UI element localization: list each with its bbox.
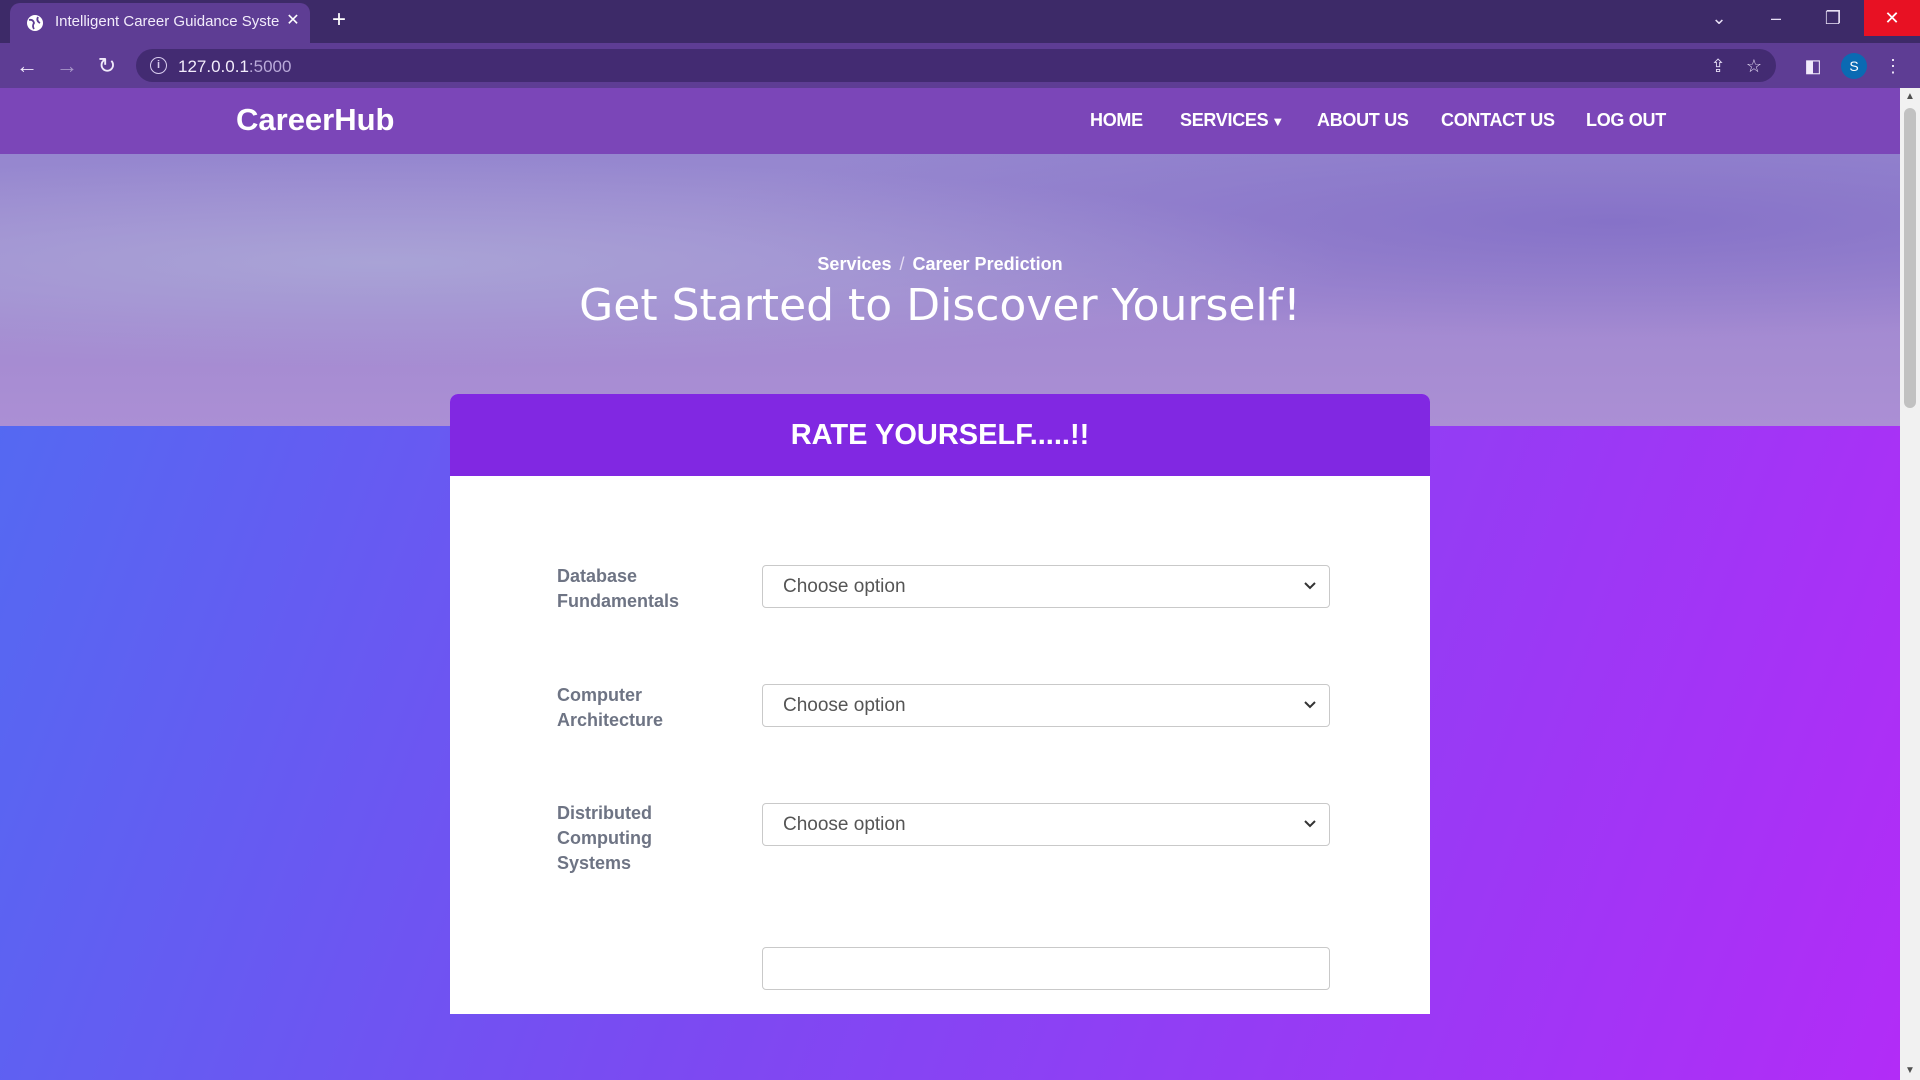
- browser-toolbar: ← → ↻ i 127.0.0.1:5000 ⇪ ☆ ◧ S ⋮: [0, 43, 1920, 88]
- nav-logout[interactable]: LOG OUT: [1586, 110, 1666, 131]
- select-value: Choose option: [783, 576, 906, 597]
- scroll-down-icon[interactable]: ▼: [1900, 1062, 1920, 1080]
- chevron-down-icon: [1304, 701, 1316, 709]
- distributed-computing-select[interactable]: Choose option: [762, 803, 1330, 846]
- page-scrollbar[interactable]: ▲ ▼: [1900, 88, 1920, 1080]
- select-value: Choose option: [783, 814, 906, 835]
- site-navbar: CareerHub HOME SERVICES ▼ ABOUT US CONTAC…: [0, 88, 1900, 154]
- field-label-distributed: Distributed Computing Systems: [557, 803, 653, 873]
- profile-avatar[interactable]: S: [1841, 53, 1867, 79]
- scroll-up-icon[interactable]: ▲: [1900, 88, 1920, 106]
- hero-banner: Services / Career Prediction Get Started t…: [0, 154, 1900, 426]
- field-label-database: Database Fundamentals: [557, 566, 680, 611]
- field-label-architecture: Computer Architecture: [557, 685, 664, 730]
- chevron-down-icon: [1304, 820, 1316, 828]
- database-fundamentals-select[interactable]: Choose option: [762, 565, 1330, 608]
- menu-kebab-icon[interactable]: ⋮: [1880, 53, 1906, 79]
- browser-tab-bar: Intelligent Career Guidance Syste ✕ + ⌄ …: [0, 0, 1920, 43]
- back-icon[interactable]: ←: [12, 51, 42, 81]
- close-tab-icon[interactable]: ✕: [282, 10, 304, 32]
- url-text: 127.0.0.1:5000: [178, 57, 291, 77]
- site-info-icon[interactable]: i: [150, 57, 167, 74]
- tab-title: Intelligent Career Guidance Syste: [55, 13, 280, 30]
- new-tab-icon[interactable]: +: [326, 8, 352, 34]
- window-close-icon[interactable]: ✕: [1864, 0, 1920, 36]
- form-title: RATE YOURSELF.....!!: [450, 394, 1430, 476]
- nav-services-label: SERVICES: [1180, 110, 1269, 130]
- forward-icon[interactable]: →: [52, 51, 82, 81]
- reload-icon[interactable]: ↻: [92, 51, 122, 81]
- scroll-thumb[interactable]: [1904, 108, 1916, 408]
- chevron-down-icon: [1304, 582, 1316, 590]
- bookmark-star-icon[interactable]: ☆: [1742, 54, 1766, 78]
- breadcrumb-separator: /: [899, 254, 905, 274]
- side-panel-icon[interactable]: ◧: [1800, 53, 1826, 79]
- url-host: 127.0.0.1: [178, 57, 249, 76]
- share-icon[interactable]: ⇪: [1706, 54, 1730, 78]
- nav-contact[interactable]: CONTACT US: [1441, 110, 1555, 131]
- browser-tab[interactable]: Intelligent Career Guidance Syste ✕: [10, 3, 310, 43]
- nav-services[interactable]: SERVICES ▼: [1180, 110, 1284, 131]
- url-port: :5000: [248, 57, 292, 76]
- chevron-down-icon: ▼: [1271, 114, 1284, 129]
- restore-icon[interactable]: ❐: [1805, 0, 1861, 36]
- brand-logo[interactable]: CareerHub: [236, 102, 395, 138]
- globe-icon: [27, 15, 43, 31]
- breadcrumb-current: Career Prediction: [912, 254, 1063, 274]
- rating-form-card: RATE YOURSELF.....!! Database Fundamenta…: [450, 394, 1430, 1014]
- computer-architecture-select[interactable]: Choose option: [762, 684, 1330, 727]
- page-viewport: CareerHub HOME SERVICES ▼ ABOUT US CONTAC…: [0, 88, 1900, 1080]
- minimize-icon[interactable]: –: [1748, 0, 1804, 36]
- breadcrumb: Services / Career Prediction: [0, 254, 1880, 275]
- nav-home[interactable]: HOME: [1090, 110, 1143, 131]
- page-title: Get Started to Discover Yourself!: [579, 280, 1301, 331]
- address-bar[interactable]: i 127.0.0.1:5000 ⇪ ☆: [136, 49, 1776, 82]
- next-field-select[interactable]: [762, 947, 1330, 990]
- breadcrumb-services[interactable]: Services: [817, 254, 891, 274]
- select-value: Choose option: [783, 695, 906, 716]
- nav-about[interactable]: ABOUT US: [1317, 110, 1409, 131]
- tab-search-icon[interactable]: ⌄: [1691, 0, 1747, 36]
